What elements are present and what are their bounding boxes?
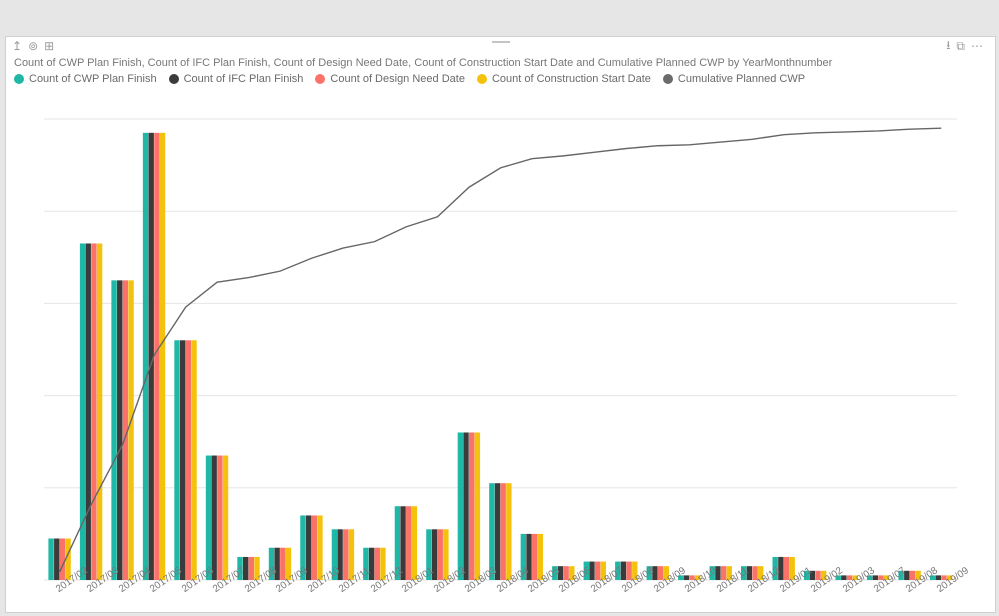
legend-item[interactable]: Cumulative Planned CWP xyxy=(663,73,805,85)
legend-swatch xyxy=(663,74,673,84)
more-options-icon[interactable]: ⋯ xyxy=(971,39,983,53)
legend-label: Count of Design Need Date xyxy=(330,73,465,85)
visual-card: ↥ ⊚ ⊞ ⭳ ⧉ ⋯ Count of CWP Plan Finish, Co… xyxy=(5,36,996,613)
next-level-icon[interactable]: ⊚ xyxy=(28,39,38,53)
legend-swatch xyxy=(315,74,325,84)
legend[interactable]: Count of CWP Plan Finish Count of IFC Pla… xyxy=(6,69,995,87)
drill-up-icon[interactable]: ↥ xyxy=(12,39,22,53)
export-icon[interactable]: ⭳ xyxy=(946,36,950,57)
legend-label: Count of IFC Plan Finish xyxy=(184,73,304,85)
expand-icon[interactable]: ⊞ xyxy=(44,39,54,53)
plot-area[interactable]: 0204060801000100200300400500 xyxy=(40,111,961,584)
x-axis-labels: 2017/022017/032017/042017/052017/062017/… xyxy=(40,586,961,606)
legend-label: Count of CWP Plan Finish xyxy=(29,73,157,85)
legend-swatch xyxy=(477,74,487,84)
legend-item[interactable]: Count of Construction Start Date xyxy=(477,73,651,85)
drag-grip[interactable] xyxy=(490,39,512,43)
legend-item[interactable]: Count of Design Need Date xyxy=(315,73,465,85)
legend-swatch xyxy=(14,74,24,84)
legend-item[interactable]: Count of CWP Plan Finish xyxy=(14,73,157,85)
legend-label: Cumulative Planned CWP xyxy=(678,73,805,85)
legend-label: Count of Construction Start Date xyxy=(492,73,651,85)
legend-swatch xyxy=(169,74,179,84)
legend-item[interactable]: Count of IFC Plan Finish xyxy=(169,73,304,85)
focus-mode-icon[interactable]: ⧉ xyxy=(956,39,965,54)
chart-title: Count of CWP Plan Finish, Count of IFC P… xyxy=(6,55,995,69)
